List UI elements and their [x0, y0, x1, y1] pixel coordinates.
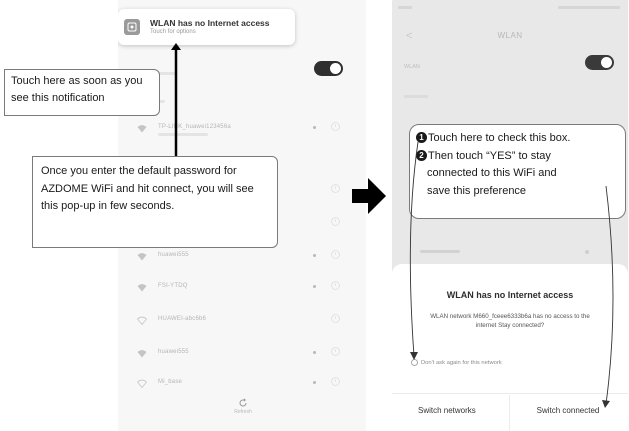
lock-icon [585, 250, 589, 254]
wifi-ssid: TP-LINK_huawei123456a [158, 124, 231, 130]
wlan-label: WLAN [404, 64, 420, 70]
wifi-signal-icon [137, 125, 147, 133]
dialog-title: WLAN has no Internet access [446, 290, 574, 300]
wifi-network-row[interactable]: huawei555 › [118, 249, 366, 265]
step-1-text: Touch here to check this box. [428, 132, 571, 144]
wifi-network-row[interactable]: FSI-YTDQ › [118, 280, 366, 296]
wifi-network-row[interactable]: huawei555 › [118, 346, 366, 362]
blurred-text [158, 133, 208, 136]
notification-subtitle: Touch for options [150, 28, 196, 35]
blurred-text [420, 250, 460, 253]
dialog-message: WLAN network M660_fceee6333b6a has no ac… [430, 313, 590, 329]
chevron-right-icon[interactable]: › [331, 314, 340, 323]
wifi-signal-icon [137, 316, 147, 325]
switch-networks-button[interactable]: Switch networks [418, 406, 476, 415]
step-2-number: 2 [416, 149, 427, 161]
wifi-signal-icon [137, 253, 147, 261]
notification-callout: Touch here as soon as you see this notif… [4, 69, 160, 116]
lock-icon [313, 351, 316, 354]
blurred-text [404, 95, 428, 98]
chevron-right-icon[interactable]: › [331, 250, 340, 259]
wifi-network-row[interactable]: Mi_base › [118, 376, 366, 392]
password-callout: Once you enter the default password for … [32, 156, 278, 248]
wifi-settings-icon [124, 19, 140, 35]
refresh-label: Refresh [234, 409, 252, 415]
step-2-line-b: connected to this WiFi and [427, 167, 557, 179]
divider [392, 393, 628, 394]
step-2-text-a: Then touch “YES” to stay [428, 149, 551, 162]
step-2-line-c: save this preference [427, 184, 527, 197]
switch-connected-button[interactable]: Switch connected [513, 406, 623, 415]
step-1: 1 Touch here to check this box. [416, 130, 619, 148]
blurred-text [558, 6, 620, 9]
notification-title: WLAN has no Internet access [150, 17, 270, 28]
wlan-dialog: WLAN has no Internet access WLAN network… [392, 264, 628, 431]
chevron-right-icon[interactable]: › [331, 347, 340, 356]
checkbox-label: Don't ask again for this network [421, 359, 502, 366]
lock-icon [313, 254, 316, 257]
wifi-ssid: Mi_base [158, 379, 183, 385]
lock-icon [313, 285, 316, 288]
chevron-right-icon[interactable]: › [331, 184, 340, 193]
wifi-ssid: FSI-YTDQ [158, 283, 188, 289]
transition-arrow-icon [352, 178, 386, 214]
divider [509, 395, 510, 431]
lock-icon [313, 381, 316, 384]
wifi-network-row[interactable]: HUAWEI-abc6b6 › [118, 313, 366, 329]
wlan-toggle[interactable] [585, 55, 614, 70]
chevron-right-icon[interactable]: › [331, 281, 340, 290]
wifi-signal-icon [137, 350, 147, 358]
wifi-ssid: huawei555 [158, 252, 189, 258]
wifi-ssid: HUAWEI-abc6b6 [158, 316, 207, 322]
page-title: WLAN [497, 31, 523, 40]
chevron-right-icon[interactable]: › [331, 377, 340, 386]
lock-icon [313, 126, 316, 129]
blurred-text [398, 6, 412, 9]
status-bar [392, 4, 628, 12]
chevron-right-icon[interactable]: › [331, 122, 340, 131]
step-2: 2 Then touch “YES” to stay [416, 148, 619, 166]
step-1-number: 1 [416, 132, 427, 143]
refresh-icon [239, 398, 247, 407]
steps-callout: 1 Touch here to check this box. 2 Then tou… [409, 124, 626, 219]
wifi-signal-icon [137, 379, 147, 388]
refresh-button[interactable]: Refresh [228, 398, 258, 415]
dont-ask-again-checkbox[interactable]: Don't ask again for this network [411, 359, 502, 366]
wifi-network-row[interactable]: TP-LINK_huawei123456a › [118, 121, 366, 137]
wifi-ssid: huawei555 [158, 349, 189, 355]
wifi-signal-icon [137, 284, 147, 292]
chevron-right-icon[interactable]: › [331, 217, 340, 226]
checkbox-circle-icon[interactable] [411, 359, 418, 366]
wlan-toggle[interactable] [314, 61, 343, 76]
notification-banner[interactable]: WLAN has no Internet access Touch for op… [118, 9, 295, 45]
